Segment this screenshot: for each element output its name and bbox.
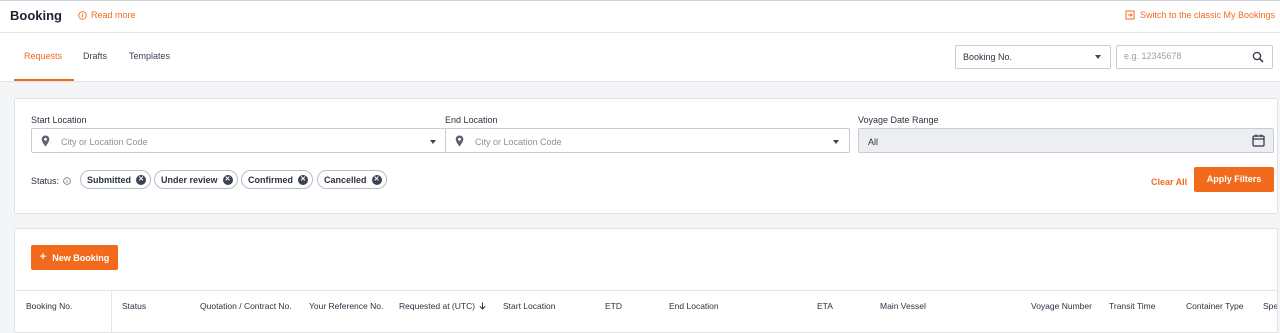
info-icon[interactable] xyxy=(63,177,71,185)
column-header-voyage-number[interactable]: Voyage Number xyxy=(1031,301,1092,311)
switch-icon xyxy=(1125,10,1135,20)
start-location-label: Start Location xyxy=(31,115,87,125)
tab-drafts[interactable]: Drafts xyxy=(83,51,107,61)
column-header-reference[interactable]: Your Reference No. xyxy=(309,301,383,311)
column-header-eta[interactable]: ETA xyxy=(817,301,833,311)
chip-label: Cancelled xyxy=(324,174,367,185)
remove-chip-icon[interactable]: ✕ xyxy=(371,174,382,185)
column-header-special[interactable]: Spe xyxy=(1263,301,1277,311)
column-header-requested-at[interactable]: Requested at (UTC) xyxy=(399,301,486,311)
column-header-end-location[interactable]: End Location xyxy=(669,301,719,311)
apply-filters-button[interactable]: Apply Filters xyxy=(1194,167,1274,192)
search-type-value: Booking No. xyxy=(963,52,1013,62)
status-chip-confirmed: Confirmed ✕ xyxy=(241,170,313,189)
column-header-transit-time[interactable]: Transit Time xyxy=(1109,301,1155,311)
tab-templates[interactable]: Templates xyxy=(129,51,170,61)
page-header: Booking Read more Switch to the classic … xyxy=(0,0,1280,33)
end-location-label: End Location xyxy=(445,115,498,125)
voyage-date-range-picker[interactable]: All xyxy=(858,128,1274,153)
chip-label: Submitted xyxy=(87,174,131,185)
voyage-date-range-label: Voyage Date Range xyxy=(858,115,939,125)
location-pin-icon xyxy=(455,135,464,147)
chip-label: Confirmed xyxy=(248,174,293,185)
remove-chip-icon[interactable]: ✕ xyxy=(136,174,146,185)
remove-chip-icon[interactable]: ✕ xyxy=(298,174,308,185)
column-header-start-location[interactable]: Start Location xyxy=(503,301,555,311)
chevron-down-icon xyxy=(833,140,839,144)
column-header-booking-no[interactable]: Booking No. xyxy=(26,301,72,311)
top-border xyxy=(0,0,1280,1)
status-chip-submitted: Submitted ✕ xyxy=(80,170,151,189)
chip-label: Under review xyxy=(161,174,218,185)
tab-requests[interactable]: Requests xyxy=(24,51,62,61)
start-location-select[interactable]: City or Location Code xyxy=(31,128,447,153)
bookings-list-panel: + New Booking Booking No. Status Quotati… xyxy=(14,228,1278,333)
switch-classic-label: Switch to the classic My Bookings xyxy=(1139,10,1275,20)
status-filter-label: Status: xyxy=(31,176,71,186)
column-header-etd[interactable]: ETD xyxy=(605,301,622,311)
search-input[interactable] xyxy=(1124,51,1244,61)
voyage-date-range-value: All xyxy=(868,137,879,147)
switch-classic-link[interactable]: Switch to the classic My Bookings xyxy=(1125,10,1275,20)
chevron-down-icon xyxy=(1095,55,1101,59)
clear-all-button[interactable]: Clear All xyxy=(1151,177,1187,187)
status-chip-cancelled: Cancelled ✕ xyxy=(317,170,387,189)
status-chip-under-review: Under review ✕ xyxy=(154,170,238,189)
column-header-quotation[interactable]: Quotation / Contract No. xyxy=(200,301,292,311)
plus-icon: + xyxy=(39,251,47,263)
read-more-label: Read more xyxy=(91,10,136,20)
column-divider xyxy=(111,291,112,333)
sort-arrow-down-icon[interactable] xyxy=(479,302,486,310)
active-tab-indicator xyxy=(14,79,74,81)
page-title: Booking xyxy=(10,8,62,23)
remove-chip-icon[interactable]: ✕ xyxy=(222,174,233,185)
status-label-text: Status: xyxy=(31,176,60,186)
new-booking-label: New Booking xyxy=(52,252,110,263)
column-header-status[interactable]: Status xyxy=(122,301,146,311)
table-header: Booking No. Status Quotation / Contract … xyxy=(15,290,1277,333)
column-header-container-type[interactable]: Container Type xyxy=(1186,301,1244,311)
requested-at-label: Requested at (UTC) xyxy=(399,301,476,311)
end-location-placeholder: City or Location Code xyxy=(475,137,562,147)
search-field[interactable] xyxy=(1116,45,1273,69)
calendar-icon[interactable] xyxy=(1252,134,1265,147)
new-booking-button[interactable]: + New Booking xyxy=(31,245,118,270)
search-icon[interactable] xyxy=(1252,51,1264,63)
read-more-link[interactable]: Read more xyxy=(78,10,136,20)
info-icon xyxy=(78,10,87,20)
column-header-main-vessel[interactable]: Main Vessel xyxy=(880,301,926,311)
chevron-down-icon xyxy=(430,140,436,144)
start-location-placeholder: City or Location Code xyxy=(61,137,148,147)
location-pin-icon xyxy=(41,135,50,147)
filter-panel: Start Location City or Location Code End… xyxy=(14,98,1278,214)
end-location-select[interactable]: City or Location Code xyxy=(445,128,850,153)
search-type-select[interactable]: Booking No. xyxy=(955,45,1111,69)
